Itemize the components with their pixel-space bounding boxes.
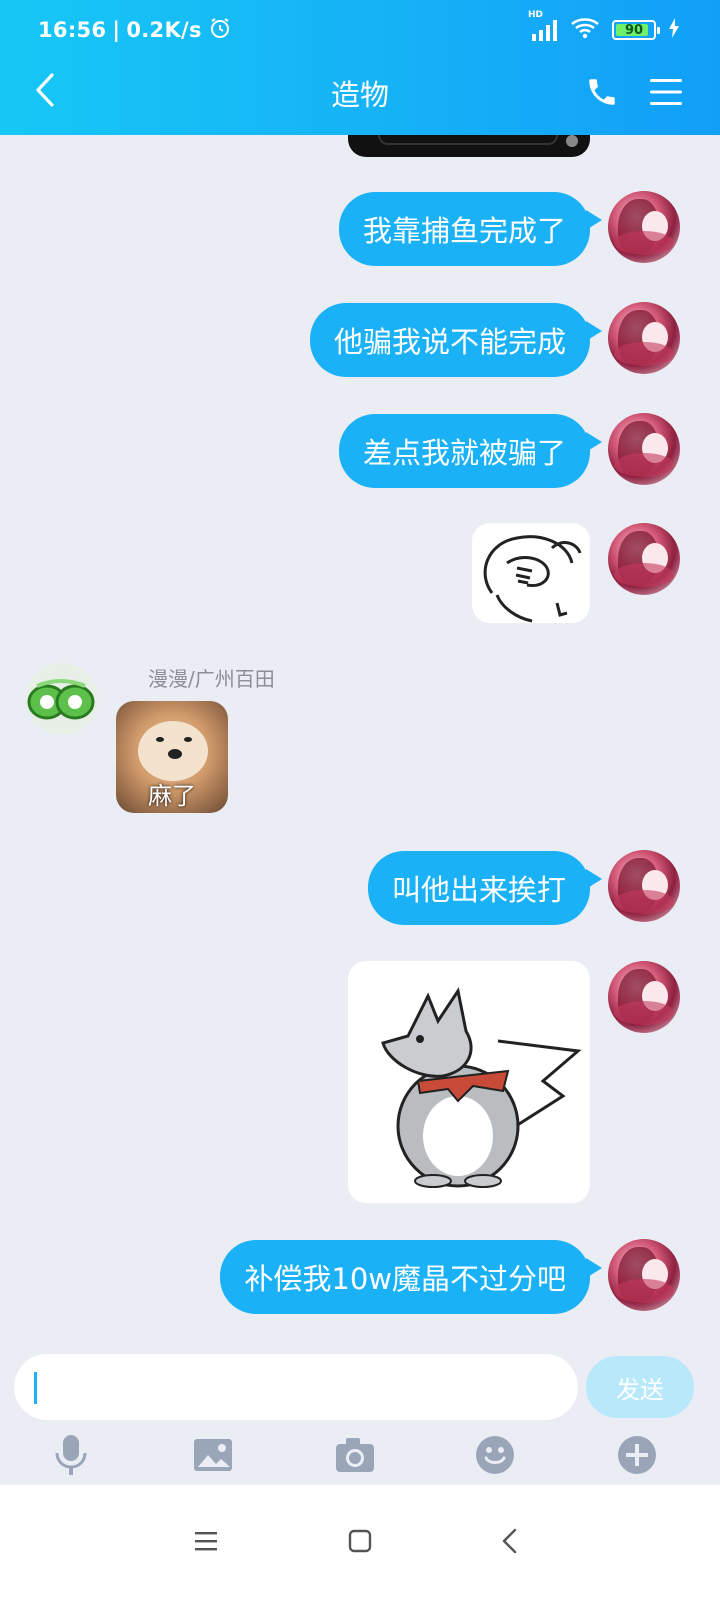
status-net-speed: 0.2K/s xyxy=(126,18,202,42)
menu-button[interactable] xyxy=(644,70,688,114)
home-icon xyxy=(348,1529,372,1553)
emoji-button[interactable] xyxy=(470,1430,520,1480)
signal-icon: HD xyxy=(528,10,558,42)
text-caret xyxy=(34,1372,37,1404)
input-bar: 发送 xyxy=(0,1340,720,1485)
menu-icon xyxy=(650,79,682,105)
recent-apps-button[interactable] xyxy=(178,1513,234,1569)
image-message[interactable]: 麻了 xyxy=(116,701,228,813)
dog-eye-right xyxy=(184,737,192,742)
send-button[interactable]: 发送 xyxy=(586,1356,694,1418)
my-avatar[interactable] xyxy=(608,961,680,1033)
message-input[interactable] xyxy=(14,1354,578,1420)
partial-image-dot xyxy=(566,135,578,147)
facepalm-sticker[interactable] xyxy=(472,523,590,623)
home-button[interactable] xyxy=(332,1513,388,1569)
sender-avatar[interactable] xyxy=(26,663,98,735)
plus-icon xyxy=(618,1436,656,1474)
wifi-icon xyxy=(570,16,600,44)
partial-image-frame xyxy=(378,135,558,145)
status-bar: 16:56 | 0.2K/s HD 90 xyxy=(38,10,680,46)
battery-icon: 90 xyxy=(612,20,660,40)
dog-eye-left xyxy=(156,737,164,742)
signal-label: HD xyxy=(528,10,544,20)
header-bar: 16:56 | 0.2K/s HD 90 造物 xyxy=(0,0,720,135)
wolf-pikachu-drawing xyxy=(381,987,582,1188)
camera-icon xyxy=(336,1438,374,1472)
more-button[interactable] xyxy=(612,1430,662,1480)
wolf-pikachu-sticker[interactable] xyxy=(348,961,590,1203)
battery-level: 90 xyxy=(624,22,644,38)
dog-nose xyxy=(168,749,182,759)
system-navigation xyxy=(0,1485,720,1600)
charging-icon xyxy=(668,18,680,42)
nav-bar: 造物 xyxy=(0,60,720,124)
recent-apps-icon xyxy=(195,1532,217,1551)
facepalm-drawing xyxy=(483,535,582,623)
back-nav-icon xyxy=(502,1528,517,1554)
chat-area[interactable]: 我靠捕鱼完成了 他骗我说不能完成 差点我就被骗了 漫漫/广州百田 麻了 叫他出来… xyxy=(0,135,720,1340)
status-separator: | xyxy=(112,18,121,42)
my-avatar[interactable] xyxy=(608,302,680,374)
picture-icon xyxy=(194,1439,232,1471)
message-bubble[interactable]: 补偿我10w魔晶不过分吧 xyxy=(220,1240,602,1314)
input-toolbar xyxy=(0,1430,720,1480)
voice-button[interactable] xyxy=(46,1430,96,1480)
phone-icon xyxy=(589,79,615,105)
status-time: 16:56 xyxy=(38,18,107,42)
call-button[interactable] xyxy=(580,70,624,114)
image-caption: 麻了 xyxy=(148,782,196,810)
system-back-button[interactable] xyxy=(482,1513,538,1569)
camera-button[interactable] xyxy=(330,1430,380,1480)
my-avatar[interactable] xyxy=(608,191,680,263)
message-bubble[interactable]: 他骗我说不能完成 xyxy=(309,303,603,377)
message-bubble[interactable]: 我靠捕鱼完成了 xyxy=(338,192,603,266)
sender-avatar-logo xyxy=(27,679,95,720)
message-bubble[interactable]: 差点我就被骗了 xyxy=(338,414,603,488)
my-avatar[interactable] xyxy=(608,413,680,485)
my-avatar[interactable] xyxy=(608,1239,680,1311)
partial-image-message[interactable] xyxy=(348,135,590,157)
emoji-icon xyxy=(476,1436,514,1474)
my-avatar[interactable] xyxy=(608,523,680,595)
message-bubble[interactable]: 叫他出来挨打 xyxy=(367,851,603,925)
sender-name: 漫漫/广州百田 xyxy=(148,667,275,691)
microphone-icon xyxy=(55,1435,87,1475)
my-avatar[interactable] xyxy=(608,850,680,922)
album-button[interactable] xyxy=(188,1430,238,1480)
alarm-icon xyxy=(208,16,232,45)
